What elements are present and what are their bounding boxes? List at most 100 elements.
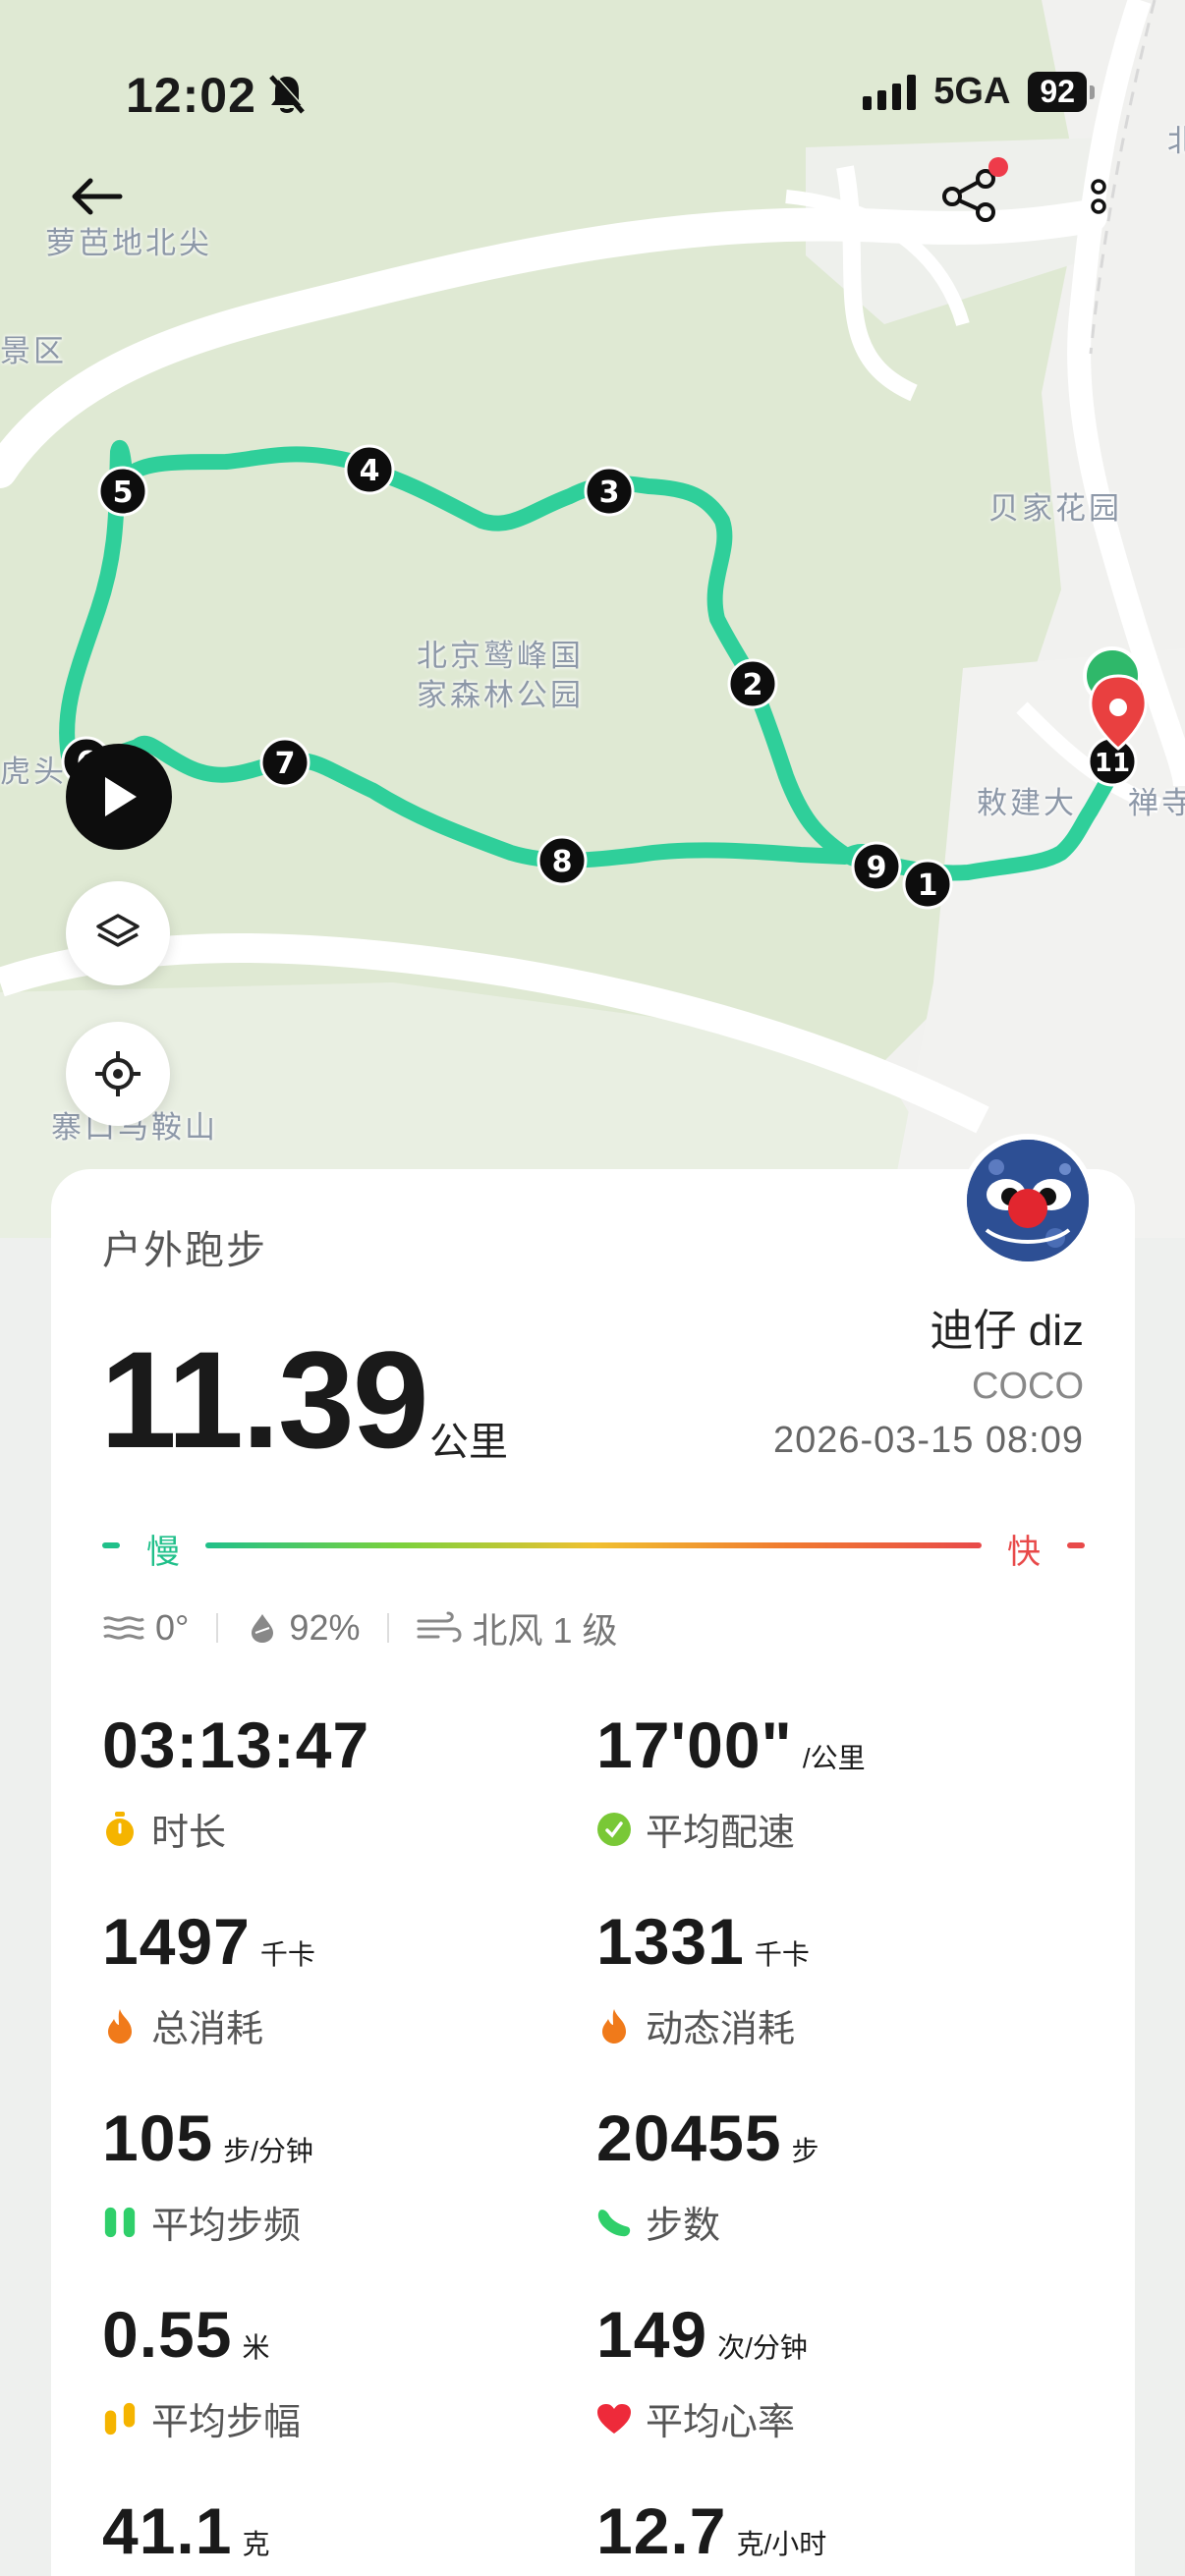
metric-label: 总消耗	[151, 2009, 264, 2050]
user-name: 迪仔 diz	[930, 1307, 1084, 1355]
humidity-drop-icon	[252, 1614, 274, 1643]
metric-unit: 千卡	[259, 1939, 315, 1970]
humidity-value: 92%	[289, 1607, 361, 1648]
km-marker-3[interactable]: 3	[584, 466, 635, 517]
share-icon[interactable]	[935, 157, 1008, 228]
heart-icon	[596, 2401, 632, 2436]
km-marker-9[interactable]: 9	[851, 841, 902, 892]
metric-label: 平均步幅	[151, 2402, 302, 2443]
metric-unit: 次/分钟	[717, 2332, 808, 2363]
workout-detail-screen: 萝芭地北尖 景区 贝家花园 北京鹫峰国 家森林公园 虎头 敕建大 禅寺 寨口马鞍…	[0, 0, 1185, 2576]
metric-value: 1331	[596, 1905, 745, 1978]
back-arrow-icon[interactable]	[65, 173, 128, 220]
user-team: COCO	[972, 1366, 1084, 1407]
metric-duration: 03:13:47 时长	[102, 1708, 593, 1894]
play-icon	[105, 777, 137, 816]
crosshair-icon	[95, 1051, 141, 1096]
metric-label: 平均步频	[151, 2206, 302, 2247]
metric-label: 时长	[151, 1813, 227, 1854]
weather-row: 0° 92% 北风 1 级	[102, 1603, 618, 1652]
metric-unit: 克/小时	[736, 2529, 827, 2559]
stride-feet-icon	[102, 2401, 138, 2436]
shoe-icon	[596, 2205, 632, 2240]
fast-dash	[1067, 1542, 1085, 1548]
speed-legend: 慢 快	[102, 1525, 1085, 1584]
metric-value: 12.7	[596, 2494, 727, 2567]
svg-text:7: 7	[275, 747, 296, 781]
workout-datetime: 2026-03-15 08:09	[772, 1420, 1084, 1461]
weather-divider	[216, 1613, 219, 1643]
km-marker-5[interactable]: 5	[97, 466, 148, 517]
footprints-icon	[102, 2205, 138, 2240]
metric-avg-heart-rate: 149 次/分钟 平均心率	[596, 2297, 1088, 2484]
status-time: 12:02	[126, 68, 256, 123]
sport-type: 户外跑步	[102, 1229, 267, 1272]
metric-value: 0.55	[102, 2298, 233, 2371]
metric-value: 105	[102, 2101, 214, 2174]
battery-indicator: 92	[1028, 72, 1095, 112]
humidity-item: 92%	[246, 1607, 360, 1649]
metric-unit: 克	[242, 2529, 270, 2559]
temperature-value: 0°	[155, 1607, 190, 1648]
wind-value: 北风 1 级	[472, 1610, 618, 1651]
wind-icon	[417, 1611, 462, 1643]
signal-icon	[863, 74, 917, 110]
mute-bell-icon	[267, 73, 307, 121]
route-map[interactable]: 萝芭地北尖 景区 贝家花园 北京鹫峰国 家森林公园 虎头 敕建大 禅寺 寨口马鞍…	[0, 0, 1185, 1238]
play-route-button[interactable]	[66, 744, 172, 850]
svg-text:8: 8	[552, 845, 573, 879]
metric-label: 动态消耗	[646, 2009, 796, 2050]
metric-sweat: 41.1 克	[102, 2493, 593, 2576]
svg-text:9: 9	[867, 851, 887, 885]
km-markers: 1 2 3 4 5 6 7 8 9 11	[61, 444, 1148, 910]
pace-check-icon	[596, 1812, 632, 1847]
slow-label: 慢	[146, 1534, 180, 1571]
weather-divider	[387, 1613, 390, 1643]
workout-summary-card: 户外跑步 11.39 公里 迪仔 diz COCO 2026-03-15 08:…	[51, 1134, 1135, 2576]
speed-gradient-bar	[205, 1542, 982, 1548]
metric-steps: 20455 步 步数	[596, 2100, 1088, 2287]
metric-label: 步数	[646, 2206, 721, 2247]
distance-unit: 公里	[429, 1421, 508, 1464]
wind-item: 北风 1 级	[417, 1602, 618, 1653]
metric-avg-stride: 0.55 米 平均步幅	[102, 2297, 593, 2484]
distance-value: 11.39	[100, 1322, 429, 1477]
metric-value: 1497	[102, 1905, 251, 1978]
metric-unit: 步/分钟	[223, 2136, 313, 2166]
km-marker-8[interactable]: 8	[536, 835, 588, 886]
locate-button[interactable]	[66, 1022, 170, 1126]
slow-dash	[102, 1542, 120, 1548]
metric-total-calories: 1497 千卡 总消耗	[102, 1904, 593, 2091]
notification-dot	[988, 157, 1008, 177]
metric-label: 平均配速	[646, 1813, 796, 1854]
svg-text:11: 11	[1095, 749, 1130, 778]
metric-value: 41.1	[102, 2494, 233, 2567]
metric-sweat-rate: 12.7 克/小时	[596, 2493, 1088, 2576]
end-pin-icon	[1089, 674, 1148, 751]
flame-icon	[596, 2008, 632, 2044]
metric-value: 20455	[596, 2101, 782, 2174]
km-marker-7[interactable]: 7	[259, 737, 310, 788]
svg-text:5: 5	[113, 476, 134, 510]
km-marker-2[interactable]: 2	[727, 658, 778, 709]
fast-label: 快	[1007, 1534, 1041, 1571]
svg-text:3: 3	[599, 476, 620, 510]
user-avatar[interactable]	[961, 1134, 1095, 1267]
map-layers-button[interactable]	[66, 881, 170, 985]
metric-unit: 米	[242, 2332, 270, 2363]
km-marker-1[interactable]: 1	[902, 859, 953, 910]
metric-avg-pace: 17'00" /公里 平均配速	[596, 1708, 1088, 1894]
km-marker-4[interactable]: 4	[344, 444, 395, 495]
metric-value: 03:13:47	[102, 1708, 370, 1781]
status-indicators: 5GA 92	[863, 71, 1095, 113]
svg-text:2: 2	[743, 668, 763, 702]
svg-text:4: 4	[360, 454, 380, 488]
layers-icon	[96, 914, 140, 947]
haze-icon	[103, 1616, 144, 1640]
metric-value: 17'00"	[596, 1708, 793, 1781]
more-options-icon[interactable]	[1079, 167, 1118, 226]
metric-unit: /公里	[802, 1743, 866, 1773]
svg-text:1: 1	[918, 868, 938, 903]
metric-active-calories: 1331 千卡 动态消耗	[596, 1904, 1088, 2091]
metric-avg-cadence: 105 步/分钟 平均步频	[102, 2100, 593, 2287]
